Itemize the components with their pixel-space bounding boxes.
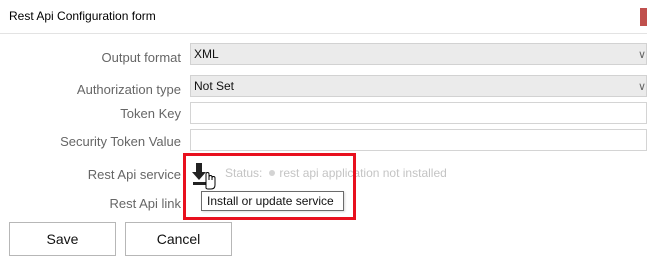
security-token-value-label: Security Token Value: [60, 134, 181, 149]
cancel-button[interactable]: Cancel: [125, 222, 232, 256]
security-token-value-input[interactable]: [190, 129, 647, 151]
authorization-type-select[interactable]: Not Set ∨: [190, 75, 647, 97]
rest-api-service-label: Rest Api service: [87, 167, 181, 182]
output-format-label: Output format: [101, 50, 181, 65]
chevron-down-icon: ∨: [637, 81, 646, 93]
title-bar: Rest Api Configuration form: [0, 0, 647, 34]
save-button[interactable]: Save: [9, 222, 116, 256]
authorization-type-value: Not Set: [194, 79, 235, 93]
chevron-down-icon: ∨: [637, 49, 646, 61]
window-title: Rest Api Configuration form: [9, 9, 156, 23]
authorization-type-label: Authorization type: [76, 82, 181, 97]
token-key-input[interactable]: [190, 102, 647, 124]
token-key-label: Token Key: [120, 106, 181, 121]
highlight-box: [183, 153, 356, 220]
rest-api-link-label: Rest Api link: [109, 196, 181, 211]
output-format-value: XML: [194, 47, 219, 61]
output-format-select[interactable]: XML ∨: [190, 43, 647, 65]
title-accent: [640, 8, 647, 26]
